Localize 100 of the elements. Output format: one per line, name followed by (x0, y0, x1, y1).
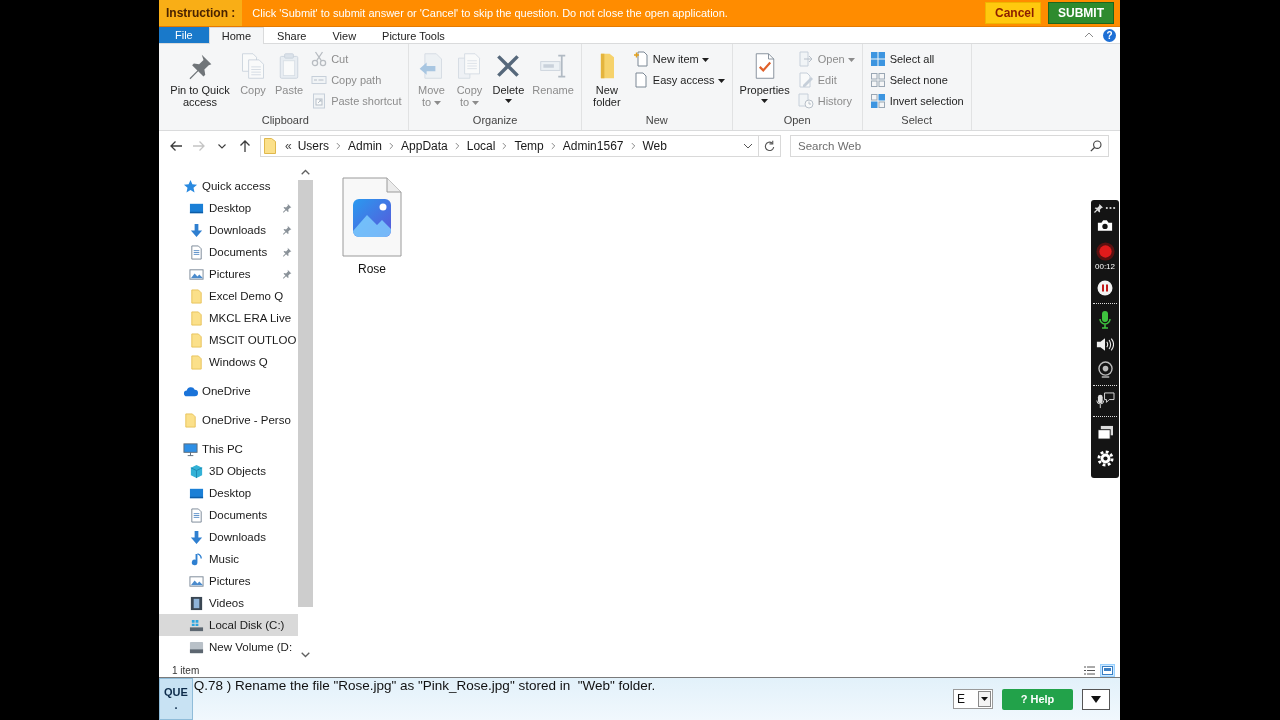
item-count: 1 item (172, 664, 200, 676)
navigation-item[interactable]: Downloads (159, 526, 298, 548)
document-icon (189, 244, 204, 260)
ribbon-tab[interactable]: Picture Tools (369, 27, 458, 44)
settings-icon[interactable] (1096, 450, 1114, 467)
group-label: Open (782, 113, 812, 127)
new-document-icon (632, 50, 649, 67)
instruction-label: Instruction : (159, 0, 243, 26)
download-arrow-icon (189, 529, 204, 545)
navigation-item[interactable]: New Volume (D: (159, 636, 298, 658)
navigation-item[interactable]: Documents (159, 504, 298, 526)
document-icon (632, 71, 649, 88)
navigation-item[interactable]: Documents (159, 241, 298, 263)
group-label: Select (900, 113, 933, 127)
large-icons-view-button[interactable] (1100, 663, 1115, 677)
ribbon-tab[interactable]: Home (208, 27, 265, 44)
navigation-item[interactable]: Desktop (159, 482, 298, 504)
navigation-item[interactable]: MSCIT OUTLOO (159, 329, 298, 351)
navigation-item[interactable]: Music (159, 548, 298, 570)
ribbon-tab[interactable]: View (319, 27, 370, 44)
file-item[interactable]: Rose (334, 177, 410, 276)
chevron-down-icon[interactable] (743, 143, 753, 149)
group-label: Organize (471, 113, 519, 127)
windows-icon[interactable] (1096, 425, 1114, 440)
rename-icon (539, 52, 568, 80)
scissors-icon (311, 50, 328, 67)
ribbon-button[interactable]: Invert selection (866, 90, 967, 111)
breadcrumb[interactable]: Local (466, 139, 496, 153)
right-arrow-icon (192, 139, 206, 153)
webcam-icon[interactable] (1097, 361, 1113, 378)
help-icon[interactable]: ? (1103, 28, 1116, 42)
more-icon[interactable] (1105, 206, 1116, 210)
microphone-icon[interactable] (1099, 311, 1111, 329)
ribbon-button[interactable]: New item (629, 48, 728, 69)
folder-icon (189, 288, 204, 304)
speaker-icon[interactable] (1096, 338, 1114, 351)
ribbon-tab[interactable]: Share (264, 27, 320, 44)
breadcrumb[interactable]: Admin (348, 139, 383, 153)
scroll-up-icon[interactable] (301, 169, 310, 175)
navigation-item[interactable]: Pictures (159, 570, 298, 592)
refresh-button[interactable] (759, 135, 781, 157)
navigation-item[interactable]: Quick access (159, 175, 298, 197)
folder-icon (183, 412, 198, 428)
navigation-item[interactable]: Downloads (159, 219, 298, 241)
pencil-document-icon (797, 71, 814, 88)
search-field[interactable]: Search Web (790, 135, 1109, 157)
breadcrumb[interactable]: Temp (514, 139, 544, 153)
ribbon-button[interactable]: Delete (489, 48, 528, 103)
dropdown-button[interactable] (1082, 688, 1110, 710)
image-file-icon (342, 177, 402, 257)
submit-button[interactable]: SUBMIT (1048, 2, 1114, 24)
microphone-speech-icon[interactable] (1095, 392, 1115, 409)
language-select[interactable]: E (953, 689, 993, 709)
details-view-button[interactable] (1082, 663, 1097, 677)
chevron-down-icon (218, 143, 226, 149)
record-icon[interactable] (1095, 242, 1115, 261)
group-label: New (644, 113, 669, 127)
breadcrumb[interactable]: Users (297, 139, 330, 153)
cancel-button[interactable]: Cancel (985, 2, 1041, 24)
ribbon-button[interactable]: Properties (736, 48, 793, 103)
navigation-item[interactable]: Videos (159, 592, 298, 614)
navigation-item[interactable]: Pictures (159, 263, 298, 285)
pin-icon[interactable] (1094, 203, 1103, 213)
navigation-item[interactable]: OneDrive (159, 380, 298, 402)
search-icon[interactable] (1090, 140, 1102, 152)
picture-icon (189, 266, 204, 282)
folder-icon (189, 310, 204, 326)
scroll-down-icon[interactable] (301, 652, 310, 658)
collapse-caret-icon[interactable] (1084, 32, 1094, 38)
camera-icon[interactable] (1097, 219, 1113, 232)
up-arrow-icon (238, 139, 252, 153)
group-label: Clipboard (260, 113, 310, 127)
navigation-item[interactable]: This PC (159, 438, 298, 460)
navigation-item[interactable]: 3D Objects (159, 460, 298, 482)
film-icon (189, 595, 204, 611)
navigation-item[interactable]: Desktop (159, 197, 298, 219)
breadcrumb[interactable]: AppData (401, 139, 448, 153)
ribbon-button[interactable]: Select all (866, 48, 967, 69)
ribbon-tab[interactable]: File (159, 27, 209, 43)
drive-icon (189, 639, 204, 655)
navigation-item[interactable]: Windows Q (159, 351, 298, 373)
refresh-icon (763, 139, 776, 153)
scrollbar-thumb[interactable] (298, 180, 313, 607)
navigation-item[interactable]: Excel Demo Q (159, 285, 298, 307)
navigation-item[interactable]: Local Disk (C:) (159, 614, 298, 636)
ribbon-button[interactable]: Pin to Quick access (166, 48, 234, 108)
ribbon-button[interactable]: New folder (585, 48, 628, 108)
navigation-item[interactable]: OneDrive - Perso (159, 409, 298, 431)
question-text: Q.78 ) Rename the file "Rose.jpg" as "Pink_Rose.jpg" stored in "Web" folder. (192, 678, 657, 695)
address-field[interactable]: « Users Admin AppData Local Temp Admin1567 Web (260, 135, 759, 157)
ribbon-button[interactable]: Easy access (629, 69, 728, 90)
breadcrumb[interactable]: Admin1567 (562, 139, 624, 153)
music-note-icon (189, 551, 204, 567)
navigation-item[interactable]: MKCL ERA Live (159, 307, 298, 329)
breadcrumb-overflow[interactable]: « (285, 139, 292, 153)
document-arrow-icon (797, 50, 814, 67)
ribbon-button[interactable]: Select none (866, 69, 967, 90)
breadcrumb[interactable]: Web (642, 139, 667, 153)
pause-icon[interactable] (1097, 280, 1113, 296)
picture-icon (189, 573, 204, 589)
